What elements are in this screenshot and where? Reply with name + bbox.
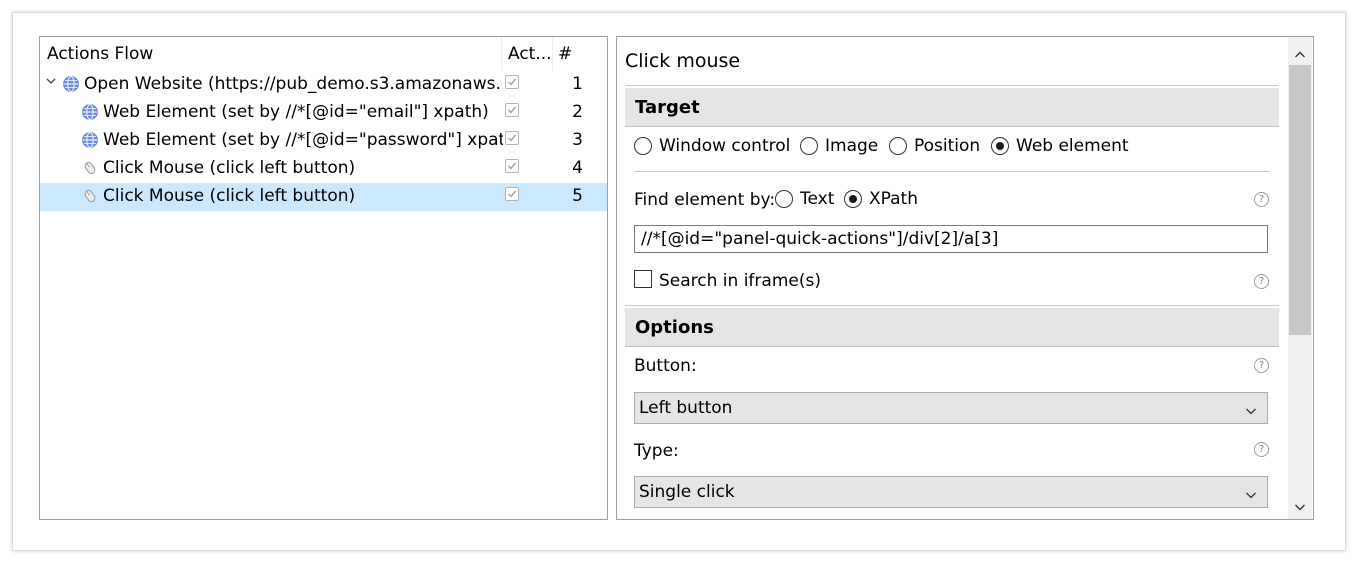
type-select[interactable]: Single click (634, 476, 1268, 508)
button-label: Button: (634, 356, 697, 376)
help-icon[interactable]: ? (1254, 192, 1269, 207)
row-number: 3 (572, 130, 583, 150)
type-label: Type: (634, 441, 679, 461)
tree-row-label: Open Website (https://pub_demo.s3.amazon… (84, 74, 502, 94)
radio-circle-selected[interactable] (991, 137, 1009, 155)
panel-title: Click mouse (625, 50, 741, 72)
tree-row[interactable]: Open Website (https://pub_demo.s3.amazon… (40, 71, 607, 99)
radio-label: Text (800, 189, 835, 209)
xpath-value: //*[@id="panel-quick-actions"]/div[2]/a[… (641, 229, 999, 249)
globe-icon (82, 132, 98, 148)
radio-circle-selected[interactable] (844, 190, 862, 208)
tree-row-label: Web Element (set by //*[@id="password"] … (103, 130, 503, 150)
divider (634, 171, 1270, 172)
search-iframe-checkbox[interactable] (634, 270, 652, 288)
tree-row[interactable]: Web Element (set by //*[@id="email"] xpa… (40, 99, 607, 127)
mouse-icon (82, 160, 98, 176)
find-element-by-label: Find element by: (634, 190, 776, 210)
radio-circle[interactable] (775, 190, 793, 208)
help-icon[interactable]: ? (1254, 358, 1269, 373)
search-iframe-label: Search in iframe(s) (659, 271, 821, 291)
column-header-number[interactable]: # (558, 44, 572, 64)
chevron-down-icon (1245, 486, 1257, 506)
column-divider[interactable] (552, 37, 553, 71)
tree-row-label: Click Mouse (click left button) (103, 186, 356, 206)
radio-circle[interactable] (800, 137, 818, 155)
row-number: 5 (572, 186, 583, 206)
radio-label: Web element (1016, 136, 1129, 156)
help-icon[interactable]: ? (1254, 442, 1269, 457)
button-select[interactable]: Left button (634, 392, 1268, 424)
section-title: Options (635, 317, 714, 338)
tree-row-label: Click Mouse (click left button) (103, 158, 356, 178)
active-checkbox[interactable] (505, 187, 519, 201)
section-header-options: Options (625, 308, 1279, 347)
actions-flow-tree[interactable]: Actions Flow Act... # Open Website (http… (39, 36, 608, 520)
column-divider[interactable] (501, 37, 502, 71)
tree-header: Actions Flow Act... # (40, 37, 607, 71)
section-header-target: Target (625, 88, 1279, 127)
row-number: 2 (572, 102, 583, 122)
column-header-actions-flow[interactable]: Actions Flow (47, 44, 153, 64)
select-value: Single click (639, 482, 735, 502)
divider (625, 85, 1279, 86)
tree-row-label: Web Element (set by //*[@id="email"] xpa… (103, 102, 489, 122)
scrollbar-thumb[interactable] (1289, 65, 1311, 335)
properties-panel: Click mouse Target Window control Image … (616, 36, 1314, 520)
active-checkbox[interactable] (505, 103, 519, 117)
help-icon[interactable]: ? (1254, 274, 1269, 289)
row-number: 4 (572, 158, 583, 178)
select-value: Left button (639, 398, 733, 418)
column-header-active[interactable]: Act... (508, 44, 552, 64)
globe-icon (82, 104, 98, 120)
active-checkbox[interactable] (505, 131, 519, 145)
radio-label: XPath (869, 189, 918, 209)
divider (625, 305, 1279, 306)
vertical-scrollbar[interactable] (1288, 37, 1312, 519)
radio-circle[interactable] (889, 137, 907, 155)
tree-row-selected[interactable]: Click Mouse (click left button) 5 (40, 183, 607, 211)
radio-label: Image (825, 136, 879, 156)
chevron-down-icon (1245, 402, 1257, 422)
radio-circle[interactable] (634, 137, 652, 155)
row-number: 1 (572, 74, 583, 94)
tree-row[interactable]: Web Element (set by //*[@id="password"] … (40, 127, 607, 155)
globe-icon (63, 76, 79, 92)
scroll-up-icon[interactable] (1294, 46, 1306, 58)
active-checkbox[interactable] (505, 159, 519, 173)
xpath-input[interactable]: //*[@id="panel-quick-actions"]/div[2]/a[… (634, 225, 1268, 253)
tree-row[interactable]: Click Mouse (click left button) 4 (40, 155, 607, 183)
radio-label: Position (914, 136, 981, 156)
mouse-icon (82, 188, 98, 204)
active-checkbox[interactable] (505, 75, 519, 89)
section-title: Target (635, 97, 700, 118)
chevron-down-icon[interactable] (46, 75, 58, 91)
scroll-down-icon[interactable] (1294, 498, 1306, 511)
radio-label: Window control (659, 136, 791, 156)
